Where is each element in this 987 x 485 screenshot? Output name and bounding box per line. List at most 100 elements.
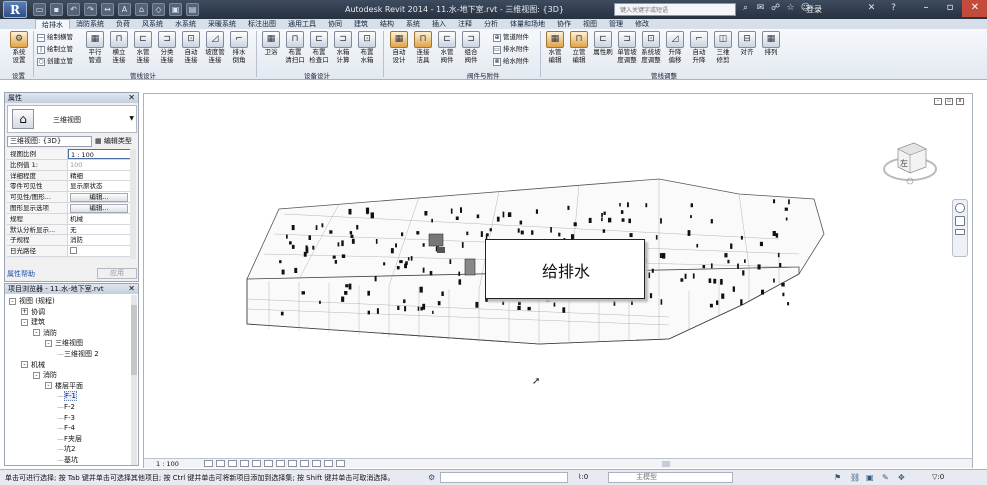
pipe-design-button-1[interactable]: ⊓ 横立 连接 [108,31,130,64]
tab-9[interactable]: 建筑 [348,19,374,29]
plumbing-fixture[interactable] [727,259,730,264]
plumbing-fixture[interactable] [489,228,492,232]
plumbing-fixture[interactable] [403,299,406,304]
tab-11[interactable]: 系统 [400,19,426,29]
browser-node[interactable]: —F-3 [57,414,75,423]
plumbing-fixture[interactable] [553,302,556,307]
plumbing-fixture[interactable] [546,298,550,302]
collapse-icon[interactable]: - [9,297,16,305]
plumbing-fixture[interactable] [337,242,340,247]
plumbing-fixture[interactable] [280,311,284,316]
visual-style-icon[interactable] [216,460,225,467]
valve-button-3[interactable]: ⊐ 组合 阀件 [460,31,482,64]
collapse-icon[interactable]: - [21,318,28,326]
plumbing-fixture[interactable] [404,263,407,269]
detail-level-icon[interactable] [204,460,213,467]
plumbing-fixture[interactable] [730,243,733,249]
3d-viewport[interactable]: – ▫ x 给排水 左 ➚ 1: 100 [143,93,973,468]
plumbing-fixture[interactable] [312,245,315,250]
plumbing-fixture[interactable] [395,243,397,248]
plumbing-fixture[interactable] [773,199,776,204]
plumbing-fixture[interactable] [550,227,552,233]
property-value[interactable] [68,246,134,256]
browser-node[interactable]: - 建筑 [21,318,45,327]
plumbing-fixture[interactable] [777,253,780,258]
select-pinned-icon[interactable]: ✎ [882,473,892,482]
plumbing-fixture[interactable] [441,291,444,297]
plumbing-fixture[interactable] [396,266,400,270]
edit-type-button[interactable]: ▦ 编辑类型 [95,136,132,147]
plumbing-fixture[interactable] [713,278,717,284]
tab-12[interactable]: 插入 [426,19,452,29]
save-icon[interactable]: ▪ [50,3,63,16]
plumbing-fixture[interactable] [496,216,500,222]
collapse-icon[interactable]: - [45,382,52,390]
plumbing-fixture[interactable] [517,228,520,233]
plumbing-fixture[interactable] [613,300,616,306]
browser-node[interactable]: - 消防 [33,329,57,338]
filter-count[interactable]: ▽:0 [932,473,944,481]
plumbing-fixture[interactable] [621,218,625,222]
select-underlay-icon[interactable]: ▣ [866,473,876,482]
horizontal-scroll-thumb[interactable] [662,461,670,467]
plumbing-fixture[interactable] [502,301,505,305]
exchange-icon[interactable]: ✕ [866,3,877,14]
plumbing-fixture[interactable] [416,231,420,235]
property-value[interactable]: 消防 [68,235,134,246]
plumbing-fixture[interactable] [449,259,452,264]
property-value[interactable]: 显示原状态 [68,181,134,192]
plumbing-fixture[interactable] [437,301,441,306]
sun-path-checkbox[interactable] [70,247,77,255]
render-icon[interactable] [252,460,261,467]
plumbing-fixture[interactable] [397,305,400,310]
plumbing-fixture[interactable] [648,272,651,279]
plumbing-fixture[interactable] [466,231,469,236]
plumbing-fixture[interactable] [332,255,336,259]
plumbing-fixture[interactable] [620,210,624,214]
plumbing-fixture[interactable] [696,243,699,248]
adjust-button-7[interactable]: ◫ 三维 修剪 [712,31,734,64]
pipe-accessory-button[interactable]: ⊕ 管道附件 [493,33,529,42]
plumbing-fixture[interactable] [710,219,713,224]
plumbing-fixture[interactable] [349,231,353,235]
tab-4[interactable]: 水系统 [169,19,202,29]
browser-node[interactable]: —坑2 [57,445,75,454]
plumbing-fixture[interactable] [721,293,725,299]
plumbing-fixture[interactable] [422,243,425,247]
show-crop-icon[interactable] [276,460,285,467]
shadows-icon[interactable] [240,460,249,467]
plumbing-fixture[interactable] [350,234,354,238]
draw-vertical-pipe-button[interactable]: | 绘制立管 [37,45,73,54]
minimize-icon[interactable]: – [934,98,942,105]
binoculars-icon[interactable]: ⌕ [740,3,751,14]
collapse-icon[interactable]: - [33,371,40,379]
app-menu-button[interactable]: R [3,1,27,18]
maximize-icon[interactable]: ▫ [938,0,962,17]
plumbing-fixture[interactable] [744,259,746,263]
plumbing-fixture[interactable] [424,211,428,216]
plumbing-fixture[interactable] [383,262,386,266]
plumbing-fixture[interactable] [684,273,687,279]
plumbing-fixture[interactable] [286,234,288,239]
equipment-button-4[interactable]: ⊡ 布置 水箱 [356,31,378,64]
plumbing-fixture[interactable] [651,268,654,273]
browser-node[interactable]: —F-2 [57,403,75,412]
pipe-design-button-3[interactable]: ⊐ 分类 连接 [156,31,178,64]
plumbing-fixture[interactable] [645,203,648,208]
open-icon[interactable]: ▭ [33,3,46,16]
draw-horizontal-pipe-button[interactable]: — 绘制横管 [37,33,73,42]
vertical-scrollbar[interactable] [965,106,972,456]
plumbing-fixture[interactable] [279,260,282,264]
plumbing-fixture[interactable] [757,264,761,270]
tab-1[interactable]: 消防系统 [70,19,110,29]
restore-icon[interactable]: ▫ [945,98,953,105]
edit-button[interactable]: 编辑... [70,203,128,213]
plumbing-fixture[interactable] [376,308,379,314]
adjust-button-3[interactable]: ⊐ 单管坡 度调整 [616,31,638,64]
adjust-button-0[interactable]: ▦ 水管 编辑 [544,31,566,64]
plumbing-fixture[interactable] [660,218,662,224]
plumbing-fixture[interactable] [660,299,663,305]
plumbing-fixture[interactable] [422,267,425,273]
valve-button-2[interactable]: ⊏ 水管 阀件 [436,31,458,64]
lock-view-icon[interactable] [288,460,297,467]
